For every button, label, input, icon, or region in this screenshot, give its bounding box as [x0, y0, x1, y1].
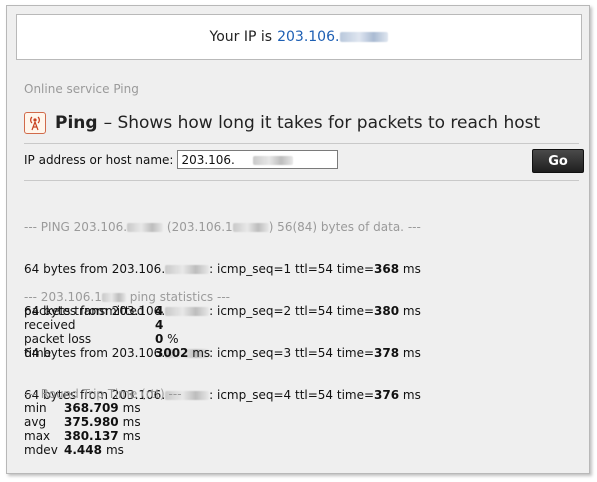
stats-unit: %: [163, 332, 179, 346]
host-field-label: IP address or host name:: [24, 152, 174, 167]
ping-reply-line: 64 bytes from 203.106. : icmp_seq=1 ttl=5…: [24, 262, 421, 276]
ip-banner-label: Your IP is: [209, 29, 273, 45]
rtt-unit: ms: [122, 415, 141, 429]
reply-time: 378: [374, 346, 400, 360]
redacted: [101, 293, 126, 302]
reply-unit: ms: [399, 262, 421, 276]
ping-header-mid: (203.106.1: [163, 220, 233, 234]
reply-time: 368: [374, 262, 400, 276]
stats-key: time: [24, 346, 52, 360]
ping-statistics: --- 203.106.1 ping statistics --- packet…: [24, 290, 230, 360]
redacted-input-part: [253, 156, 293, 165]
stats-row: time 3002 ms: [24, 346, 230, 360]
ping-header-suffix: ) 56(84) bytes of data. ---: [268, 220, 421, 234]
rtt-row: min 368.709 ms: [24, 401, 182, 415]
stats-header: --- 203.106.1 ping statistics ---: [24, 290, 230, 304]
ip-address: 203.106.: [277, 29, 340, 45]
section-title: Online service Ping: [24, 82, 139, 96]
ping-header-prefix: --- PING 203.106.: [24, 220, 128, 234]
go-button[interactable]: Go: [532, 149, 584, 173]
stats-row: received 4: [24, 318, 230, 332]
ip-banner: Your IP is 203.106.: [16, 14, 582, 60]
rtt-unit: ms: [105, 443, 124, 457]
reply-time: 380: [374, 304, 400, 318]
stats-value: 0: [155, 332, 164, 346]
divider: [24, 180, 579, 181]
rtt-statistics: --- Round Trip Time (rtt) --- min 368.709…: [24, 387, 182, 457]
reply-unit: ms: [399, 346, 421, 360]
rtt-key: mdev: [24, 443, 58, 457]
rtt-row: mdev 4.448 ms: [24, 443, 182, 457]
heading-subtitle: – Shows how long it takes for packets to…: [103, 113, 541, 133]
stats-header-suffix: ping statistics ---: [125, 290, 230, 304]
reply-time: 376: [374, 388, 400, 402]
heading-title: Ping: [55, 113, 98, 133]
ping-signal-icon: [24, 112, 46, 134]
redacted: [127, 223, 164, 232]
rtt-unit: ms: [122, 401, 141, 415]
reply-seq: : icmp_seq=1 ttl=54 time=: [209, 262, 375, 276]
reply-unit: ms: [399, 304, 421, 318]
reply-seq: : icmp_seq=2 ttl=54 time=: [209, 304, 375, 318]
reply-unit: ms: [399, 388, 421, 402]
stats-unit: ms: [188, 346, 211, 360]
rtt-unit: ms: [122, 429, 141, 443]
ping-header: --- PING 203.106. (203.106.1 ) 56(84) byt…: [24, 220, 421, 234]
page-heading: Ping – Shows how long it takes for packe…: [24, 112, 540, 134]
redacted-ip-part: [340, 32, 389, 42]
stats-header-prefix: --- 203.106.1: [24, 290, 102, 304]
rtt-value: 375.980: [64, 415, 119, 429]
rtt-key: min: [24, 401, 47, 415]
divider: [24, 143, 579, 144]
rtt-key: max: [24, 429, 51, 443]
reply-from: 64 bytes from 203.106.: [24, 262, 166, 276]
redacted: [232, 223, 269, 232]
stats-value: 3002: [155, 346, 189, 360]
stats-key: received: [24, 318, 76, 332]
rtt-row: max 380.137 ms: [24, 429, 182, 443]
reply-seq: : icmp_seq=4 ttl=54 time=: [209, 388, 375, 402]
page-frame: Your IP is 203.106. Online service Ping …: [6, 5, 590, 474]
rtt-value: 368.709: [64, 401, 119, 415]
stats-row: packet loss 0 %: [24, 332, 230, 346]
rtt-value: 380.137: [64, 429, 119, 443]
stats-key: packet loss: [24, 332, 92, 346]
rtt-value: 4.448: [64, 443, 102, 457]
reply-seq: : icmp_seq=3 ttl=54 time=: [209, 346, 375, 360]
stats-value: 4: [155, 318, 164, 332]
rtt-row: avg 375.980 ms: [24, 415, 182, 429]
stats-row: packets transmitted 4: [24, 304, 230, 318]
rtt-header: --- Round Trip Time (rtt) ---: [24, 387, 182, 401]
stats-value: 4: [155, 304, 164, 318]
stats-key: packets transmitted: [24, 304, 145, 318]
redacted: [165, 265, 210, 274]
rtt-key: avg: [24, 415, 47, 429]
